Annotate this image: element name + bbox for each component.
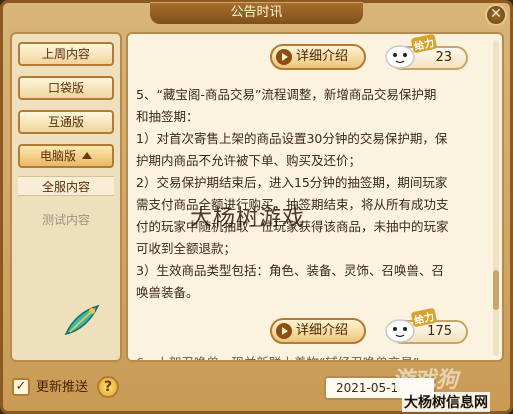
- article-line: 护期内商品不允许被下单、购买及还价；: [136, 153, 362, 168]
- detail-button-label: 详细介绍: [296, 323, 349, 338]
- article-line: 唤兽装备。: [136, 285, 199, 300]
- detail-button[interactable]: 详细介绍: [270, 318, 366, 344]
- sidebar-item-label: 互通版: [47, 115, 84, 129]
- brand-watermark-sub: 大杨树信息网: [402, 392, 490, 412]
- article-line: 3）生效商品类型包括：角色、装备、灵饰、召唤兽、召: [136, 263, 444, 278]
- detail-button[interactable]: 详细介绍: [270, 44, 366, 70]
- overlay-watermark: 大杨树游戏: [190, 206, 306, 231]
- window-title: 公告时讯: [150, 2, 363, 24]
- sidebar-subitem-label: 全服内容: [41, 180, 90, 194]
- sidebar-item-label: 口袋版: [47, 81, 84, 95]
- article-line: 付的玩家中随机抽取一位玩家获得该商品，未抽中的玩家: [136, 219, 449, 234]
- brand-watermark: 游戏狗: [392, 368, 459, 393]
- sidebar-subitem-all-servers[interactable]: 全服内容: [18, 176, 114, 196]
- sidebar-item-cross-platform[interactable]: 互通版: [18, 110, 114, 134]
- announcement-content: 详细介绍 23 给力 5、“藏宝阁-商品交易”流程调整，新增商品交易保护期 和抽…: [126, 32, 504, 362]
- article-line: 可收到全额退款；: [136, 241, 237, 256]
- article-line: 1）对首次寄售上架的商品设置30分钟的交易保护期，保: [136, 131, 448, 146]
- play-icon: [276, 323, 292, 339]
- sidebar-item-label: 电脑版: [39, 149, 76, 163]
- like-count-value: 23: [435, 50, 452, 65]
- article-line: 需支付商品全额进行购买，抽签期结束，将从所有成功支: [136, 197, 449, 212]
- scrollbar[interactable]: [493, 40, 499, 356]
- detail-button-label: 详细介绍: [296, 49, 349, 64]
- chevron-up-icon: [82, 152, 92, 159]
- sidebar-item-label: 上周内容: [41, 47, 90, 61]
- article-line: 5、“藏宝阁-商品交易”流程调整，新增商品交易保护期: [136, 87, 437, 102]
- play-icon: [276, 49, 292, 65]
- update-push-checkbox[interactable]: ✓: [12, 378, 30, 396]
- sidebar-subitem-label: 测试内容: [41, 213, 90, 227]
- article-line: 2）交易保护期结束后，进入15分钟的抽签期，期间玩家: [136, 175, 448, 190]
- article-line: 和抽签期：: [136, 109, 199, 124]
- sidebar-item-last-week[interactable]: 上周内容: [18, 42, 114, 66]
- help-icon[interactable]: ?: [97, 376, 119, 398]
- feather-decoration-icon: [64, 304, 100, 336]
- article-body: 5、“藏宝阁-商品交易”流程调整，新增商品交易保护期 和抽签期： 1）对首次寄售…: [136, 84, 488, 304]
- update-push-label: 更新推送: [36, 380, 89, 395]
- article-next-line: 6、上架召唤兽，现并新联上着物“辅经召唤兽交易”: [128, 352, 488, 360]
- close-icon[interactable]: ✕: [485, 4, 507, 26]
- sidebar-subitem-test[interactable]: 测试内容: [18, 210, 114, 230]
- sidebar-item-pc[interactable]: 电脑版: [18, 144, 114, 168]
- scrollbar-thumb[interactable]: [493, 270, 499, 310]
- like-count-value: 175: [427, 324, 452, 339]
- sidebar-item-pocket[interactable]: 口袋版: [18, 76, 114, 100]
- sidebar: 上周内容 口袋版 互通版 电脑版 全服内容 测试内容: [10, 32, 122, 362]
